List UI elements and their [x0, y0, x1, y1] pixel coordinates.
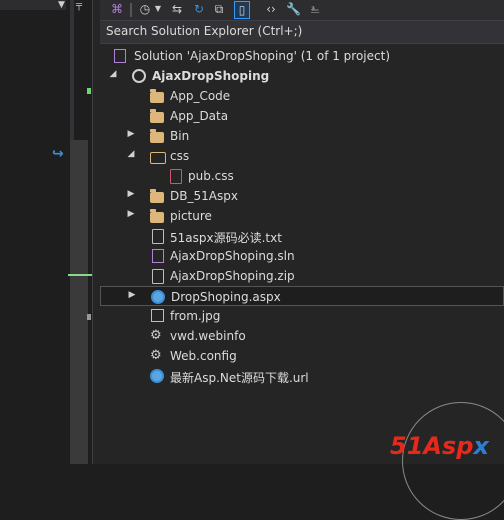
- solution-explorer: ⌘ ◷ ▼ ⇆ ↻ ⧉ ▯ ‹› 🔧 ⎁ Search Solution Exp…: [100, 0, 504, 464]
- globe-icon: [132, 69, 146, 83]
- tree-item-file[interactable]: AjaxDropShoping.sln: [100, 246, 504, 266]
- tree-item-file-selected[interactable]: ▶ DropShoping.aspx: [100, 286, 504, 306]
- collapsed-arrow-icon[interactable]: ▶: [126, 189, 136, 199]
- tree-item-label: 51aspx源码必读.txt: [170, 231, 282, 245]
- tree-item-file[interactable]: ⚙ Web.config: [100, 346, 504, 366]
- tree-item-label: AjaxDropShoping.zip: [170, 269, 295, 283]
- chevron-down-icon[interactable]: ▼: [154, 1, 162, 17]
- tree-item-folder[interactable]: ▶ Bin: [100, 126, 504, 146]
- watermark-brand: 51Asp: [390, 432, 474, 460]
- tree-item-project[interactable]: ◢ AjaxDropShoping: [100, 66, 504, 86]
- preview-icon[interactable]: ⎁: [308, 1, 322, 17]
- search-placeholder: Search Solution Explorer (Ctrl+;): [106, 24, 303, 38]
- tree-item-folder[interactable]: ▶ picture: [100, 206, 504, 226]
- solution-file-icon: [152, 249, 164, 263]
- tree-item-folder[interactable]: App_Data: [100, 106, 504, 126]
- collapsed-arrow-icon[interactable]: ▶: [127, 290, 137, 300]
- scroll-marker: [87, 314, 91, 320]
- collapsed-arrow-icon[interactable]: ▶: [126, 209, 136, 219]
- properties-icon[interactable]: 🔧: [286, 1, 301, 17]
- watermark-logo: 51Aspx: [390, 432, 489, 460]
- tree-item-label: picture: [170, 209, 212, 223]
- tree-item-folder[interactable]: App_Code: [100, 86, 504, 106]
- editor-strip: ▼ ╤ ↪: [0, 0, 92, 464]
- tree-item-label: vwd.webinfo: [170, 329, 246, 343]
- watermark-ring: [402, 402, 504, 520]
- tree-item-label: App_Data: [170, 109, 229, 123]
- tree-item-label: pub.css: [188, 169, 234, 183]
- editor-tab-bar: [0, 0, 66, 10]
- folder-icon: [150, 89, 164, 103]
- web-page-icon: [151, 290, 165, 304]
- folder-icon: [150, 129, 164, 143]
- gear-icon: ⚙: [150, 328, 162, 343]
- tree-item-label: AjaxDropShoping.sln: [170, 249, 295, 263]
- search-input[interactable]: Search Solution Explorer (Ctrl+;): [100, 20, 504, 44]
- watermark-brand-x: x: [473, 432, 489, 460]
- tree-item-file[interactable]: from.jpg: [100, 306, 504, 326]
- pin-icon[interactable]: ╤: [76, 0, 82, 11]
- tree-item-label: DB_51Aspx: [170, 189, 238, 203]
- tree-item-file[interactable]: 51aspx源码必读.txt: [100, 226, 504, 246]
- sync-icon[interactable]: ⇆: [170, 1, 184, 17]
- url-file-icon: [150, 369, 164, 383]
- expanded-arrow-icon[interactable]: ◢: [126, 149, 136, 159]
- folder-icon: [150, 109, 164, 123]
- folder-icon: [150, 189, 164, 203]
- change-marker: [87, 88, 91, 94]
- tree-item-solution[interactable]: Solution 'AjaxDropShoping' (1 of 1 proje…: [100, 46, 504, 66]
- folder-open-icon: [150, 152, 166, 164]
- tree-item-folder[interactable]: ▶ DB_51Aspx: [100, 186, 504, 206]
- tree-item-folder[interactable]: ◢ css: [100, 146, 504, 166]
- tree-item-label: AjaxDropShoping: [152, 69, 270, 83]
- editor-scrollbar[interactable]: [70, 140, 88, 464]
- solution-explorer-toolbar: ⌘ ◷ ▼ ⇆ ↻ ⧉ ▯ ‹› 🔧 ⎁: [100, 0, 504, 20]
- tree-item-file[interactable]: 最新Asp.Net源码下载.url: [100, 366, 504, 386]
- vs-icon[interactable]: ⌘: [110, 1, 124, 17]
- tree-item-file[interactable]: ⚙ vwd.webinfo: [100, 326, 504, 346]
- tree-item-label: css: [170, 149, 190, 163]
- tree-item-label: Solution 'AjaxDropShoping' (1 of 1 proje…: [134, 49, 391, 63]
- text-file-icon: [152, 229, 164, 244]
- show-all-files-icon[interactable]: ▯: [234, 1, 250, 19]
- tree-item-file[interactable]: AjaxDropShoping.zip: [100, 266, 504, 286]
- refresh-icon[interactable]: ↻: [192, 1, 206, 17]
- collapse-icon[interactable]: ⧉: [212, 1, 226, 17]
- zip-file-icon: [152, 269, 164, 284]
- tree-item-label: DropShoping.aspx: [171, 290, 281, 304]
- tree-item-label: from.jpg: [170, 309, 221, 323]
- scroll-position-marker: [68, 274, 92, 276]
- code-icon[interactable]: ‹›: [264, 1, 278, 17]
- tree-item-file[interactable]: pub.css: [100, 166, 504, 186]
- tree-item-label: Web.config: [170, 349, 237, 363]
- tree-item-label: Bin: [170, 129, 190, 143]
- folder-icon: [150, 209, 164, 223]
- toolbar-separator: [130, 3, 132, 17]
- solution-icon: [114, 49, 126, 63]
- tree-item-label: App_Code: [170, 89, 231, 103]
- image-file-icon: [151, 309, 164, 322]
- collapsed-arrow-icon[interactable]: ▶: [126, 129, 136, 139]
- css-file-icon: [170, 169, 182, 184]
- config-file-icon: ⚙: [150, 348, 162, 363]
- expanded-arrow-icon[interactable]: ◢: [108, 69, 118, 79]
- history-icon[interactable]: ◷: [138, 1, 152, 17]
- quick-action-icon[interactable]: ↪: [52, 146, 64, 162]
- tree-item-label: 最新Asp.Net源码下载.url: [170, 371, 309, 385]
- chevron-down-icon[interactable]: ▼: [58, 0, 65, 10]
